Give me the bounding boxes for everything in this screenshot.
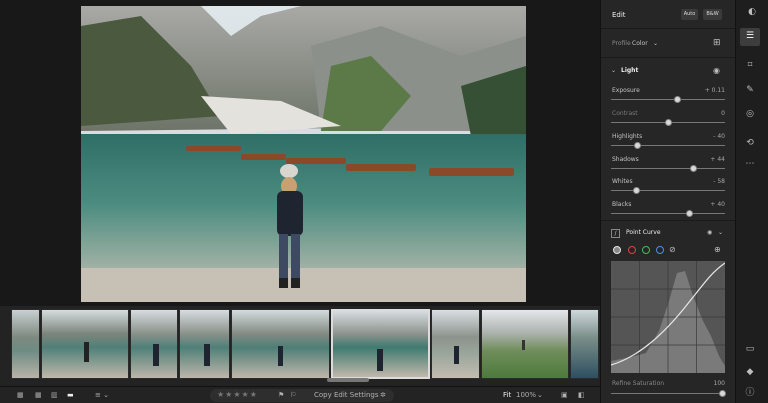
slider-value-blacks[interactable]: + 40 <box>695 201 725 208</box>
history-icon[interactable]: ⟲ <box>742 139 758 148</box>
profile-browser-icon[interactable]: ⊞ <box>713 39 721 48</box>
slider-label-highlights: Highlights <box>612 133 643 140</box>
main-photo[interactable] <box>81 6 526 302</box>
flag-reject-icon[interactable]: ⚐ <box>290 391 296 399</box>
channel-rgb-dot[interactable] <box>613 246 621 254</box>
slider-track-highlights[interactable] <box>611 145 725 146</box>
thumbnail[interactable] <box>481 309 569 379</box>
slider-knob-contrast[interactable] <box>665 119 672 126</box>
panel-title: Edit <box>612 11 626 19</box>
slider-label-contrast: Contrast <box>612 110 638 117</box>
refine-saturation-value: 100 <box>713 380 725 387</box>
crop-icon[interactable]: ⌗ <box>742 61 758 70</box>
slider-track-shadows[interactable] <box>611 168 725 169</box>
curve-menu-icon[interactable]: ⌄ <box>718 229 723 236</box>
compare-icon[interactable]: ▣ <box>561 391 568 399</box>
slider-label-blacks: Blacks <box>612 201 632 208</box>
zoom-value[interactable]: 100% <box>516 391 536 399</box>
slider-label-whites: Whites <box>612 178 633 185</box>
mask-icon[interactable]: ◎ <box>742 110 758 119</box>
point-curve-label[interactable]: Point Curve <box>626 229 661 236</box>
slider-label-exposure: Exposure <box>612 87 640 94</box>
auto-button[interactable]: Auto <box>681 9 698 20</box>
star-rating[interactable]: ★★★★★ <box>217 390 258 399</box>
edit-panel: Edit Auto B&W Profile Color ⌄ ⊞ ⌄ Light … <box>600 0 736 403</box>
light-chevron-icon[interactable]: ⌄ <box>611 67 616 74</box>
heal-icon[interactable]: ✎ <box>742 86 758 95</box>
photo-area <box>0 0 600 306</box>
fit-label[interactable]: Fit <box>503 391 511 399</box>
thumbnail-selected[interactable] <box>331 309 430 379</box>
curve-visibility-icon[interactable]: ◉ <box>707 229 712 236</box>
slider-value-exposure[interactable]: + 0.11 <box>695 87 725 94</box>
more-icon[interactable]: ⋯ <box>742 160 758 169</box>
slider-value-highlights[interactable]: - 40 <box>695 133 725 140</box>
before-after-icon[interactable]: ◧ <box>578 391 585 399</box>
profile-value[interactable]: Color <box>632 40 648 47</box>
edit-sliders-icon[interactable]: ☰ <box>742 32 758 41</box>
slider-knob-exposure[interactable] <box>674 96 681 103</box>
bw-button[interactable]: B&W <box>703 9 722 20</box>
color-icon[interactable]: ◐ <box>744 8 760 17</box>
info-icon[interactable]: ⓘ <box>742 389 758 398</box>
sort-icon[interactable]: ≡ ⌄ <box>95 391 109 399</box>
refine-saturation-label: Refine Saturation <box>612 380 665 387</box>
visibility-eye-icon[interactable]: ◉ <box>713 66 720 75</box>
detail-view-icon[interactable]: ▥ <box>51 391 58 399</box>
grid-view-icon[interactable]: ▦ <box>17 391 24 399</box>
curve-target-icon[interactable]: ⊕ <box>714 245 721 254</box>
slider-value-whites[interactable]: - 58 <box>695 178 725 185</box>
channel-blue-dot[interactable] <box>656 246 664 254</box>
profile-label: Profile <box>612 40 631 47</box>
slider-knob-whites[interactable] <box>633 187 640 194</box>
slider-track-exposure[interactable] <box>611 99 725 100</box>
thumbnail[interactable] <box>11 309 40 379</box>
paste-settings-icon[interactable]: ✲ <box>380 391 386 399</box>
single-view-icon[interactable]: ▬ <box>67 391 74 399</box>
comment-icon[interactable]: ▭ <box>742 345 758 354</box>
slider-value-contrast[interactable]: 0 <box>695 110 725 117</box>
square-grid-icon[interactable]: ▦ <box>35 391 42 399</box>
curve-edit-icon[interactable]: / <box>611 229 620 238</box>
filmstrip-scrollbar[interactable] <box>327 378 369 382</box>
filmstrip[interactable] <box>0 306 600 386</box>
slider-label-shadows: Shadows <box>612 156 639 163</box>
slider-track-whites[interactable] <box>611 190 725 191</box>
slider-knob-highlights[interactable] <box>634 142 641 149</box>
thumbnail[interactable] <box>431 309 480 379</box>
curve-picker-icon[interactable]: ⊘ <box>669 245 676 254</box>
tool-iconbar: ◐ ☰ ⌗ ✎ ◎ ⟲ ⋯ ▭ ◆ ⓘ <box>735 0 768 403</box>
thumbnail[interactable] <box>179 309 230 379</box>
bottom-toolbar: ▦ ▦ ▥ ▬ ≡ ⌄ ★★★★★ ⚑ ⚐ Copy Edit Settings… <box>0 386 600 403</box>
copy-edit-settings-button[interactable]: Copy Edit Settings <box>314 391 378 399</box>
point-curve-graph[interactable] <box>611 261 725 373</box>
refine-saturation-knob[interactable] <box>719 390 726 397</box>
refine-saturation-track[interactable] <box>611 393 725 394</box>
thumbnail[interactable] <box>41 309 129 379</box>
channel-red-dot[interactable] <box>628 246 636 254</box>
slider-knob-shadows[interactable] <box>690 165 697 172</box>
profile-chevron-icon[interactable]: ⌄ <box>653 40 658 47</box>
slider-knob-blacks[interactable] <box>686 210 693 217</box>
zoom-chevron-icon[interactable]: ⌄ <box>537 391 543 399</box>
light-section-label[interactable]: Light <box>621 67 638 74</box>
thumbnail[interactable] <box>570 309 599 379</box>
flag-pick-icon[interactable]: ⚑ <box>278 391 284 399</box>
slider-track-blacks[interactable] <box>611 213 725 214</box>
thumbnail[interactable] <box>231 309 330 379</box>
thumbnail[interactable] <box>130 309 178 379</box>
slider-value-shadows[interactable]: + 44 <box>695 156 725 163</box>
tag-icon[interactable]: ◆ <box>742 368 758 377</box>
channel-green-dot[interactable] <box>642 246 650 254</box>
